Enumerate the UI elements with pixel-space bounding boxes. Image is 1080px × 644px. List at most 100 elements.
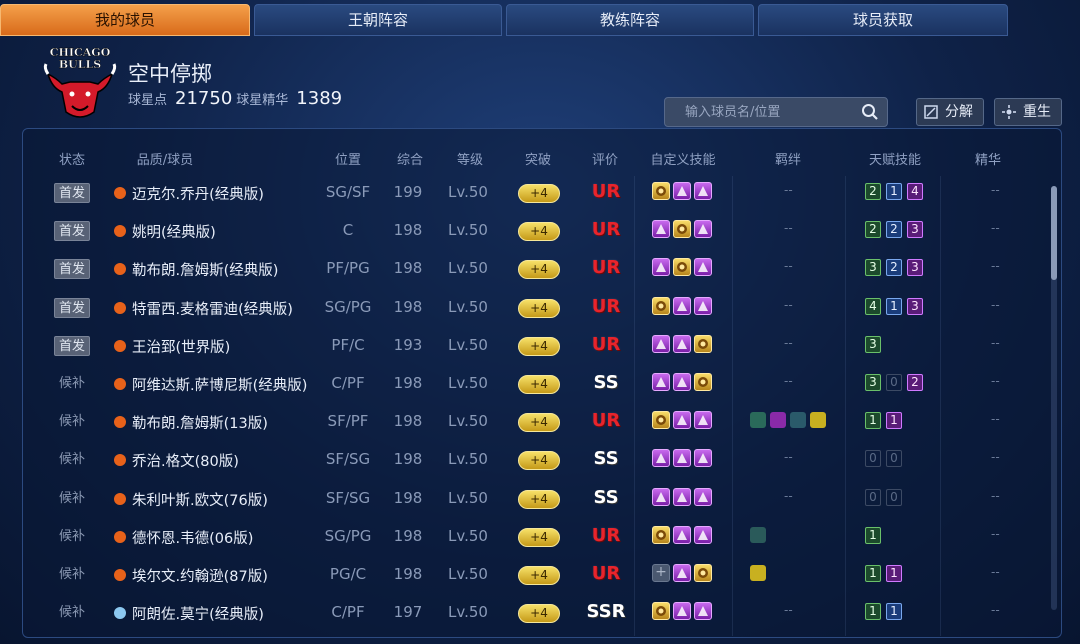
bond-icon[interactable] xyxy=(750,565,766,581)
custom-skill-icon[interactable] xyxy=(673,296,691,315)
player-level: Lv.50 xyxy=(448,565,488,583)
custom-skill-icon[interactable] xyxy=(673,182,691,200)
custom-skill-icon[interactable] xyxy=(673,602,691,621)
player-name: 勒布朗.詹姆斯(经典版) xyxy=(132,263,279,280)
talent-level: 1 xyxy=(886,297,902,315)
custom-skill-icon[interactable] xyxy=(652,525,670,544)
custom-skill-icon[interactable] xyxy=(652,411,670,430)
col-essence: 精华 xyxy=(974,153,1002,168)
talent-level: 1 xyxy=(865,565,881,582)
tab-my-players[interactable]: 我的球员 xyxy=(0,4,250,36)
custom-skill-icon[interactable] xyxy=(694,487,712,506)
profile-name: 空中停掷 xyxy=(128,62,212,86)
essence-empty: -- xyxy=(991,335,1000,350)
talent-level: 3 xyxy=(907,221,923,239)
talent-level: 0 xyxy=(865,488,881,506)
custom-skill-icon[interactable] xyxy=(694,602,712,621)
player-level: Lv.50 xyxy=(448,183,488,201)
player-overall: 199 xyxy=(393,183,423,201)
custom-skill-icon[interactable] xyxy=(673,487,691,506)
custom-skill-icon[interactable] xyxy=(694,564,712,582)
bond-icon[interactable] xyxy=(750,526,766,543)
bond-empty: -- xyxy=(784,259,793,274)
player-name: 朱利叶斯.欧文(76版) xyxy=(132,492,268,509)
custom-skill-icon[interactable] xyxy=(694,373,712,391)
search-icon[interactable] xyxy=(861,103,879,121)
grade-badge: UR xyxy=(591,410,621,432)
custom-skill-icon[interactable] xyxy=(673,258,691,277)
bond-icon[interactable] xyxy=(810,412,826,429)
custom-skill-icon[interactable] xyxy=(652,334,670,353)
bond-icon[interactable] xyxy=(770,412,786,429)
custom-skill-icon[interactable] xyxy=(652,182,670,200)
tab-coach-lineup[interactable]: 教练阵容 xyxy=(506,4,754,36)
bond-icon[interactable] xyxy=(750,412,766,429)
talent-level: 2 xyxy=(886,259,902,277)
player-overall: 198 xyxy=(393,374,423,392)
custom-skill-icon[interactable]: + xyxy=(652,564,670,582)
custom-skill-icon[interactable] xyxy=(673,411,691,430)
rebirth-button[interactable]: 重生 xyxy=(994,98,1062,126)
decompose-button[interactable]: 分解 xyxy=(916,98,984,126)
custom-skill-icon[interactable] xyxy=(652,373,670,391)
table-row[interactable]: 候补 乔治.格文(80版) SF/SG 198 Lv.50 +4 SS -- 0 0 -- xyxy=(22,441,1052,479)
essence-empty: -- xyxy=(991,565,1000,579)
table-row[interactable]: 候补 德怀恩.韦德(06版) SG/PG 198 Lv.50 +4 UR 1 -- xyxy=(22,518,1052,556)
scrollbar[interactable] xyxy=(1051,186,1057,610)
search-input[interactable] xyxy=(665,98,845,126)
table-row[interactable]: 首发 勒布朗.詹姆斯(经典版) PF/PG 198 Lv.50 +4 UR -- 3 2 3 -- xyxy=(22,250,1052,288)
col-grade: 评价 xyxy=(591,153,619,168)
player-name: 埃尔文.约翰逊(87版) xyxy=(132,569,268,585)
custom-skill-icon[interactable] xyxy=(652,449,670,468)
table-row[interactable]: 候补 勒布朗.詹姆斯(13版) SF/PF 198 Lv.50 +4 UR 1 1 -- xyxy=(22,403,1052,441)
table-row[interactable]: 候补 阿朗佐.莫宁(经典版) C/PF 197 Lv.50 +4 SSR -- 1 1 -- xyxy=(22,594,1052,632)
custom-skill-icon[interactable] xyxy=(673,334,691,353)
custom-skill-icon[interactable] xyxy=(694,258,712,277)
bulls-logo: CHICAGO BULLS xyxy=(42,44,118,122)
tab-dynasty-lineup[interactable]: 王朝阵容 xyxy=(254,4,502,36)
custom-skill-icon[interactable] xyxy=(673,449,691,468)
custom-skill-icon[interactable] xyxy=(694,334,712,353)
custom-skill-icon[interactable] xyxy=(673,525,691,544)
custom-skill-icon[interactable] xyxy=(652,296,670,315)
custom-skill-icon[interactable] xyxy=(652,602,670,621)
custom-skill-icon[interactable] xyxy=(652,220,670,239)
custom-skill-icon[interactable] xyxy=(673,564,691,582)
bond-empty: -- xyxy=(784,374,793,388)
grade-badge: UR xyxy=(591,295,621,317)
breach-badge: +4 xyxy=(518,222,560,242)
table-row[interactable]: 首发 迈克尔.乔丹(经典版) SG/SF 199 Lv.50 +4 UR -- 2 1 4 -- xyxy=(22,174,1052,212)
custom-skill-icon[interactable] xyxy=(673,373,691,391)
scrollbar-thumb[interactable] xyxy=(1051,186,1057,280)
custom-skill-icon[interactable] xyxy=(694,449,712,468)
custom-skill-icon[interactable] xyxy=(652,487,670,506)
custom-skill-icon[interactable] xyxy=(673,220,691,239)
player-level: Lv.50 xyxy=(448,526,488,545)
table-row[interactable]: 首发 姚明(经典版) C 198 Lv.50 +4 UR -- 2 2 3 -- xyxy=(22,212,1052,250)
custom-skill-icon[interactable] xyxy=(694,220,712,239)
table-row[interactable]: 首发 王治郅(世界版) PF/C 193 Lv.50 +4 UR -- 3 -- xyxy=(22,327,1052,365)
talent-level: 2 xyxy=(865,183,881,200)
table-row[interactable]: 首发 特雷西.麦格雷迪(经典版) SG/PG 198 Lv.50 +4 UR -- 4 1 3 -- xyxy=(22,289,1052,327)
bond-empty: -- xyxy=(784,488,793,503)
table-row[interactable]: 候补 朱利叶斯.欧文(76版) SF/SG 198 Lv.50 +4 SS -- 0 0 -- xyxy=(22,480,1052,518)
essence-empty: -- xyxy=(991,526,1000,541)
custom-skill-icon[interactable] xyxy=(694,411,712,430)
bond-icon[interactable] xyxy=(790,412,806,429)
player-name: 阿朗佐.莫宁(经典版) xyxy=(132,607,264,624)
status-badge: 候补 xyxy=(58,605,85,621)
talent-level: 0 xyxy=(886,450,902,468)
custom-skill-icon[interactable] xyxy=(694,525,712,544)
breach-badge: +4 xyxy=(518,413,560,433)
custom-skill-icon[interactable] xyxy=(694,182,712,200)
breach-badge: +4 xyxy=(518,489,560,509)
talent-level: 1 xyxy=(865,412,881,430)
custom-skill-icon[interactable] xyxy=(652,258,670,277)
table-row[interactable]: 候补 埃尔文.约翰逊(87版) PG/C 198 Lv.50 +4 UR +1 1 -- xyxy=(22,556,1052,594)
col-status: 状态 xyxy=(58,153,86,168)
custom-skill-icon[interactable] xyxy=(694,296,712,315)
breach-badge: +4 xyxy=(518,336,560,356)
tab-player-acquire[interactable]: 球员获取 xyxy=(758,4,1008,36)
table-row[interactable]: 候补 阿维达斯.萨博尼斯(经典版) C/PF 198 Lv.50 +4 SS -- 3 0 2 -- xyxy=(22,365,1052,403)
grade-badge: SS xyxy=(593,372,619,393)
